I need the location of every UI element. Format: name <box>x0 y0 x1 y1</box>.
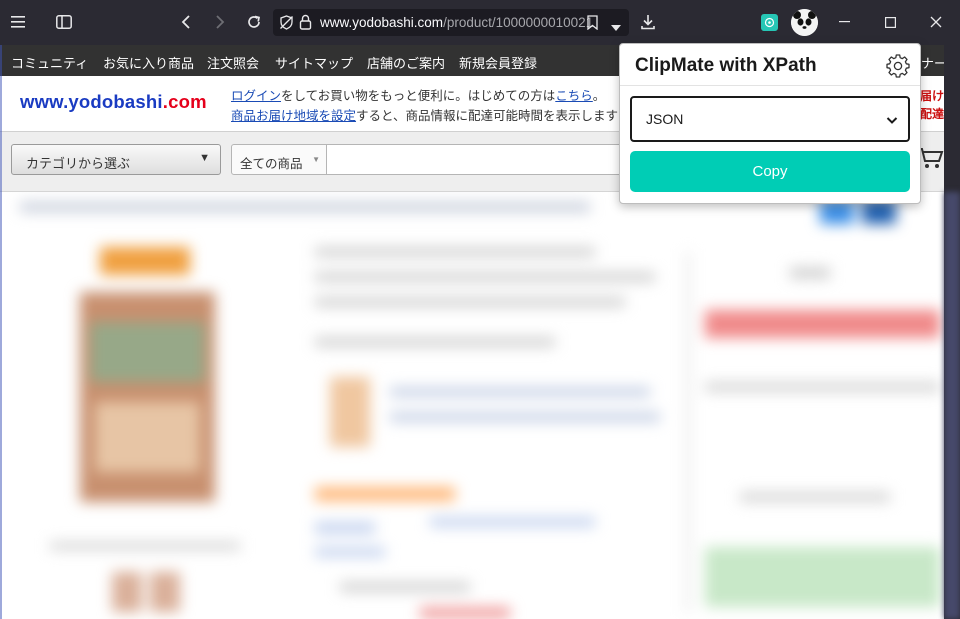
maximize-icon[interactable] <box>880 12 900 32</box>
login-prompt-end: 。 <box>592 89 606 103</box>
first-time-link[interactable]: こちら <box>555 89 593 103</box>
login-prompt-text: をしてお買い物をもっと便利に。はじめての方は <box>281 89 556 103</box>
reload-icon[interactable] <box>244 12 264 32</box>
window-left-edge <box>0 45 2 619</box>
blurred-content <box>0 192 960 619</box>
bookmark-icon[interactable] <box>587 15 598 35</box>
nav-link-sitemap[interactable]: サイトマップ <box>275 53 353 72</box>
clipmate-extension-icon[interactable] <box>761 14 778 31</box>
download-icon[interactable] <box>638 12 658 32</box>
forward-icon[interactable] <box>210 12 230 32</box>
search-scope-label: 全ての商品 <box>240 157 303 171</box>
url-text[interactable]: www.yodobashi.com/product/1000000010021 <box>320 15 593 30</box>
popup-title: ClipMate with XPath <box>635 55 817 76</box>
yodobashi-logo[interactable]: www.yodobashi.com <box>20 91 207 113</box>
tracking-protection-icon[interactable] <box>279 15 294 35</box>
minimize-icon[interactable] <box>834 12 854 32</box>
category-select-label: カテゴリから選ぶ <box>26 156 131 171</box>
format-select[interactable]: JSON <box>630 96 910 142</box>
lock-icon[interactable] <box>299 14 312 35</box>
gear-icon[interactable] <box>886 54 910 78</box>
header-red-text-2: 配達 <box>920 107 945 121</box>
scrollbar-area[interactable] <box>944 192 960 619</box>
scope-dropdown-arrow-icon: ▼ <box>312 155 320 164</box>
blurred-layer <box>0 192 960 619</box>
nav-link-favorites[interactable]: お気に入り商品 <box>103 53 194 72</box>
category-dropdown-arrow-icon: ▼ <box>199 152 210 164</box>
chevron-down-icon <box>886 113 898 125</box>
logo-main-text: www.yodobashi <box>20 91 163 112</box>
format-selected-value: JSON <box>646 111 684 127</box>
logo-tld-text: .com <box>162 91 207 112</box>
login-prompt: ログインをしてお買い物をもっと便利に。はじめての方はこちら。 <box>231 85 605 104</box>
nav-link-community[interactable]: コミュニティ <box>11 53 88 72</box>
header-red-text-1: 届け <box>920 89 945 103</box>
nav-link-store-guide[interactable]: 店舗のご案内 <box>367 53 445 72</box>
browser-toolbar: www.yodobashi.com/product/1000000010021 <box>0 0 960 45</box>
profile-avatar-icon[interactable] <box>791 9 818 36</box>
delivery-area-text: すると、商品情報に配達可能時間を表示します（現 <box>356 109 644 123</box>
login-link[interactable]: ログイン <box>231 89 281 103</box>
nav-link-register[interactable]: 新規会員登録 <box>459 53 537 72</box>
back-icon[interactable] <box>176 12 196 32</box>
popup-header: ClipMate with XPath <box>620 44 920 86</box>
delivery-area-link[interactable]: 商品お届け地域を設定 <box>231 109 356 123</box>
chevron-down-icon[interactable] <box>611 19 621 37</box>
sidebar-icon[interactable] <box>54 12 74 32</box>
close-icon[interactable] <box>926 12 946 32</box>
copy-button[interactable]: Copy <box>630 151 910 192</box>
url-path: /product/1000000010021 <box>443 15 594 30</box>
search-scope-select[interactable]: 全ての商品 ▼ <box>231 144 327 175</box>
menu-icon[interactable] <box>8 12 28 32</box>
url-host: www.yodobashi.com <box>320 15 444 30</box>
nav-link-order-inquiry[interactable]: 注文照会 <box>207 53 259 72</box>
delivery-area-prompt: 商品お届け地域を設定すると、商品情報に配達可能時間を表示します（現 <box>231 105 643 124</box>
address-bar[interactable]: www.yodobashi.com/product/1000000010021 <box>273 9 629 36</box>
clipmate-popup: ClipMate with XPath JSON Copy <box>619 43 921 204</box>
category-select[interactable]: カテゴリから選ぶ ▼ <box>11 144 221 175</box>
